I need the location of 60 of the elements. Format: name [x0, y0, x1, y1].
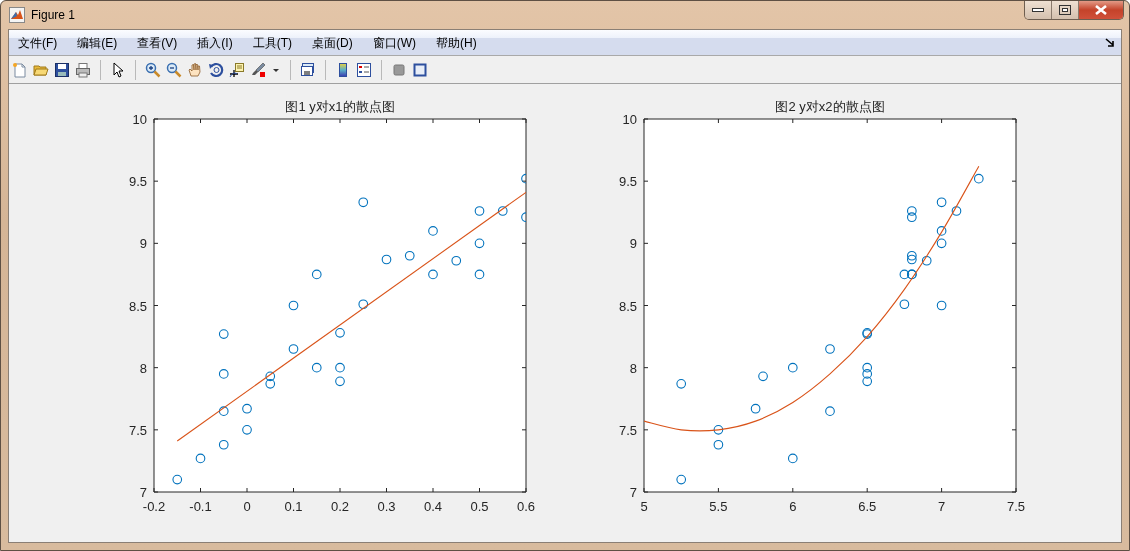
zoom-in-icon[interactable] [145, 61, 161, 78]
tick-label: 0.3 [377, 499, 396, 514]
tick-label: 6 [789, 499, 797, 514]
maximize-icon [1059, 5, 1071, 15]
tick-label: -0.2 [142, 499, 166, 514]
tick-label: 8.5 [618, 298, 637, 314]
menu-item[interactable]: 文件(F) [17, 33, 65, 52]
menu-item[interactable]: 查看(V) [136, 33, 185, 52]
tick-label: 7 [139, 485, 147, 500]
window-icon[interactable] [412, 61, 428, 78]
app-icon [9, 7, 25, 23]
minimize-icon [1032, 7, 1044, 13]
window-title: Figure 1 [31, 8, 76, 22]
square-icon[interactable] [391, 61, 407, 78]
tick-label: 8.5 [128, 298, 147, 314]
legend-icon[interactable] [356, 61, 372, 78]
tick-label: 7.5 [618, 422, 637, 438]
tick-label: 7 [938, 499, 946, 514]
tick-label: 5.5 [709, 499, 728, 514]
menu-item[interactable]: 窗口(W) [371, 33, 423, 52]
tick-label: 9 [139, 236, 147, 252]
hand-icon[interactable] [187, 61, 203, 78]
tick-label: 6.5 [858, 499, 877, 514]
tick-label: 10 [622, 112, 637, 127]
tick-label: 0.6 [516, 499, 536, 514]
maximize-button[interactable] [1052, 1, 1079, 19]
tick-label: 7.5 [128, 422, 147, 438]
menu-item[interactable]: 工具(T) [251, 33, 299, 52]
tick-label: 0.5 [470, 499, 489, 514]
printer-icon[interactable] [75, 61, 91, 78]
brush-icon[interactable] [250, 61, 266, 78]
tick-label: 10 [132, 112, 147, 127]
rotate-icon[interactable] [208, 61, 224, 78]
tick-label: 0.4 [423, 499, 443, 514]
tick-label: 9.5 [618, 174, 637, 190]
zoom-out-icon[interactable] [166, 61, 182, 78]
menu-item[interactable]: 桌面(D) [311, 33, 360, 52]
tick-label: -0.1 [189, 499, 212, 514]
tick-label: 5 [640, 499, 648, 514]
minimize-button[interactable] [1025, 1, 1052, 19]
tick-label: 8 [629, 360, 637, 376]
tick-label: 8 [139, 360, 147, 376]
link-icon[interactable] [300, 61, 316, 78]
chart-title: 图2 y对x2的散点图 [775, 99, 885, 114]
tick-label: 0 [243, 499, 251, 514]
data-cursor-icon[interactable] [229, 61, 245, 78]
tick-label: 0.1 [284, 499, 303, 514]
close-button[interactable] [1079, 1, 1123, 19]
menu-item[interactable]: 插入(I) [196, 33, 240, 52]
tick-label: 0.2 [330, 499, 350, 514]
close-icon [1094, 5, 1108, 15]
menu-item[interactable]: 帮助(H) [435, 33, 484, 52]
pointer-icon[interactable] [110, 61, 126, 78]
tick-label: 9 [629, 236, 637, 252]
chart-title: 图1 y对x1的散点图 [285, 99, 395, 114]
tick-label: 9.5 [128, 174, 147, 190]
tick-label: 7.5 [1006, 499, 1026, 514]
dock-arrow-icon[interactable] [1105, 38, 1115, 47]
menu-item[interactable]: 编辑(E) [76, 33, 125, 52]
tick-label: 7 [629, 485, 637, 500]
